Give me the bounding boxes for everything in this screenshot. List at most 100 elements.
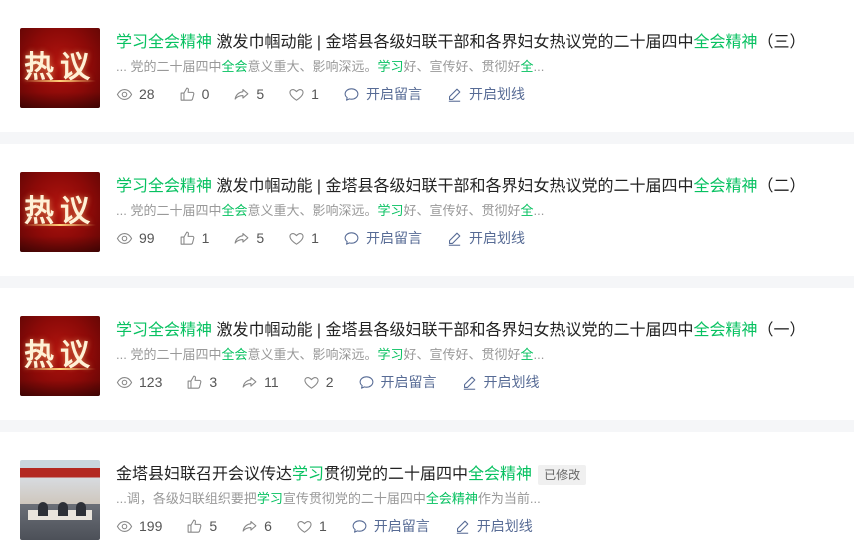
enable-underline-button[interactable]: 开启划线 — [446, 84, 525, 104]
enable-comments-label: 开启留言 — [373, 518, 430, 534]
summary-highlight: 全 — [520, 59, 534, 74]
article-thumbnail[interactable]: 热议 — [20, 316, 100, 396]
summary-text: 意义重大、影响深远。 — [247, 203, 378, 218]
comment-bubble-icon — [358, 374, 375, 391]
title-highlight: 学习全会精神 — [116, 322, 213, 339]
views-stat: 199 — [116, 518, 162, 535]
summary-text: ...调，各级妇联组织要把 — [116, 491, 257, 506]
eye-icon — [116, 374, 133, 391]
article-card[interactable]: 热议 学习全会精神 激发巾帼动能 | 金塔县各级妇联干部和各界妇女热议党的二十届… — [0, 288, 854, 420]
title-suffix: （一） — [757, 322, 806, 339]
title-text: 激发巾帼动能 | 金塔县各级妇联干部和各界妇女热议党的二十届四中 — [212, 322, 694, 339]
title-suffix: （二） — [757, 178, 806, 195]
summary-text: ... — [533, 59, 545, 74]
title-text: 激发巾帼动能 | 金塔县各级妇联干部和各界妇女热议党的二十届四中 — [212, 178, 694, 195]
summary-text: 意义重大、影响深远。 — [247, 347, 378, 362]
summary-text: ... — [533, 347, 545, 362]
favorites-count: 1 — [311, 230, 319, 246]
thumbnail-person — [58, 502, 68, 516]
likes-stat: 0 — [179, 86, 210, 103]
article-stats: 99 1 5 1 开启留言 开启划线 — [116, 228, 549, 248]
article-card[interactable]: 热议 学习全会精神 激发巾帼动能 | 金塔县各级妇联干部和各界妇女热议党的二十届… — [0, 0, 854, 132]
summary-highlight: 学习 — [377, 347, 404, 362]
enable-underline-button[interactable]: 开启划线 — [461, 372, 540, 392]
enable-comments-button[interactable]: 开启留言 — [343, 84, 422, 104]
thumbnail-shine — [24, 224, 96, 226]
title-highlight: 全会精神 — [693, 322, 758, 339]
article-stats: 28 0 5 1 开启留言 开启划线 — [116, 84, 549, 104]
summary-highlight: 学习 — [377, 203, 404, 218]
favorites-count: 2 — [325, 374, 334, 390]
summary-text: 宣传贯彻党的二十届四中 — [282, 491, 426, 506]
article-stats: 123 3 11 2 开启留言 开启划线 — [116, 372, 564, 392]
article-stats: 199 5 6 1 开启留言 开启划线 — [116, 516, 557, 536]
article-title[interactable]: 学习全会精神 激发巾帼动能 | 金塔县各级妇联干部和各界妇女热议党的二十届四中全… — [116, 33, 806, 53]
title-highlight: 全会精神 — [693, 34, 758, 51]
summary-highlight: 全会 — [221, 347, 248, 362]
thumbs-up-icon — [186, 374, 203, 391]
thumbs-up-icon — [179, 230, 196, 247]
summary-highlight: 学习 — [256, 491, 283, 506]
shares-stat: 6 — [241, 518, 272, 535]
thumbs-up-icon — [186, 518, 203, 535]
views-stat: 99 — [116, 230, 155, 247]
views-stat: 28 — [116, 86, 155, 103]
thumbs-up-icon — [179, 86, 196, 103]
thumbnail-shine — [24, 80, 96, 82]
heart-icon — [303, 374, 320, 391]
shares-count: 5 — [256, 230, 265, 246]
summary-highlight: 学习 — [377, 59, 404, 74]
summary-text: ... 党的二十届四中 — [116, 59, 222, 74]
summary-highlight: 全 — [520, 203, 534, 218]
enable-comments-button[interactable]: 开启留言 — [343, 228, 422, 248]
likes-count: 0 — [201, 86, 210, 102]
title-text: 激发巾帼动能 | 金塔县各级妇联干部和各界妇女热议党的二十届四中 — [212, 34, 694, 51]
likes-stat: 3 — [186, 374, 217, 391]
title-highlight: 全会精神 — [693, 178, 758, 195]
heart-icon — [288, 230, 305, 247]
views-count: 199 — [139, 518, 163, 534]
enable-underline-label: 开启划线 — [468, 230, 525, 246]
shares-count: 5 — [256, 86, 265, 102]
article-thumbnail[interactable]: 热议 — [20, 172, 100, 252]
summary-text: 好、宣传好、贯彻好 — [403, 59, 521, 74]
shares-stat: 11 — [241, 374, 279, 391]
article-thumbnail[interactable]: 热议 — [20, 28, 100, 108]
summary-highlight: 全会 — [221, 59, 248, 74]
summary-text: ... 党的二十届四中 — [116, 203, 222, 218]
enable-underline-button[interactable]: 开启划线 — [454, 516, 533, 536]
share-icon — [233, 230, 250, 247]
title-highlight: 学习全会精神 — [116, 34, 213, 51]
likes-stat: 5 — [186, 518, 217, 535]
comment-bubble-icon — [343, 86, 360, 103]
article-title[interactable]: 金塔县妇联召开会议传达学习贯彻党的二十届四中全会精神 已修改 — [116, 465, 587, 485]
enable-comments-button[interactable]: 开启留言 — [358, 372, 437, 392]
article-title[interactable]: 学习全会精神 激发巾帼动能 | 金塔县各级妇联干部和各界妇女热议党的二十届四中全… — [116, 177, 806, 197]
shares-count: 11 — [264, 374, 279, 390]
shares-count: 6 — [264, 518, 272, 534]
summary-text: ... — [533, 203, 545, 218]
article-thumbnail-photo[interactable] — [20, 460, 100, 540]
enable-underline-label: 开启划线 — [483, 374, 540, 390]
enable-comments-button[interactable]: 开启留言 — [351, 516, 430, 536]
views-count: 123 — [139, 374, 163, 390]
thumbnail-shade — [20, 236, 100, 252]
enable-underline-button[interactable]: 开启划线 — [446, 228, 525, 248]
pen-icon — [446, 230, 463, 247]
summary-text: 作为当前... — [477, 491, 541, 506]
enable-comments-label: 开启留言 — [380, 374, 437, 390]
enable-comments-label: 开启留言 — [365, 86, 422, 102]
pen-icon — [446, 86, 463, 103]
article-card[interactable]: 金塔县妇联召开会议传达学习贯彻党的二十届四中全会精神 已修改 ...调，各级妇联组… — [0, 432, 854, 560]
article-summary: ...调，各级妇联组织要把学习宣传贯彻党的二十届四中全会精神作为当前... — [116, 490, 541, 508]
pen-icon — [454, 518, 471, 535]
views-count: 28 — [139, 86, 155, 102]
comment-bubble-icon — [351, 518, 368, 535]
thumbnail-shade — [20, 380, 100, 396]
summary-text: ... 党的二十届四中 — [116, 347, 222, 362]
summary-text: 好、宣传好、贯彻好 — [403, 203, 521, 218]
shares-stat: 5 — [233, 230, 264, 247]
article-card[interactable]: 热议 学习全会精神 激发巾帼动能 | 金塔县各级妇联干部和各界妇女热议党的二十届… — [0, 144, 854, 276]
summary-highlight: 全会 — [221, 203, 248, 218]
article-title[interactable]: 学习全会精神 激发巾帼动能 | 金塔县各级妇联干部和各界妇女热议党的二十届四中全… — [116, 321, 806, 341]
